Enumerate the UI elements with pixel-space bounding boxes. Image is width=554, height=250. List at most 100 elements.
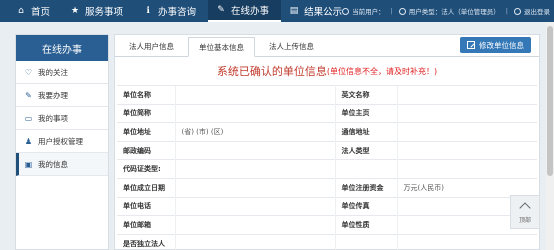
id-card-icon: ▣ [24,159,33,169]
field-label: 单位邮箱 [117,215,175,235]
tab-uploaded-info[interactable]: 法人上传信息 [259,37,324,56]
edit-unit-info-button[interactable]: 修改单位信息 [460,37,531,53]
field-label: 单位电话 [117,196,175,216]
back-to-top-button[interactable]: 顶部 [510,195,540,229]
main-panel: 法人用户信息 单位基本信息 法人上传信息 修改单位信息 系统已确认的单位信息 (… [114,34,540,250]
field-value [174,215,336,235]
user-icon: ♟ [24,136,33,146]
sidebar: 在线办事 ♡ 我的关注 ✎ 我要办理 ▭ 我的事项 ♟ 用户授权管理 ▣ 我的信… [15,34,109,250]
power-icon [514,7,521,15]
field-label: 单位主页 [335,103,397,123]
nav-item-consult[interactable]: ℹ 办事咨询 [135,0,208,22]
tab-bar: 法人用户信息 单位基本信息 法人上传信息 修改单位信息 [115,35,539,57]
table-row: 单位电话 单位传真 [117,196,537,216]
logout-label: 退出登录 [524,8,550,16]
top-navigation-bar: ⌂ 首页 ★ 服务事项 ℹ 办事咨询 ✎ 在线办事 ▤ 结果公示 当前用户： |… [0,0,554,22]
sidebar-item-my-follows[interactable]: ♡ 我的关注 [16,61,108,84]
user-type-label: 用户类型：法人（单位管理员） [408,8,500,16]
back-to-top-label: 顶部 [518,217,531,224]
nav-item-label: 在线办事 [231,6,270,17]
current-user-label: 当前用户： [352,8,385,16]
table-row: 代码证类型: [117,159,537,179]
tab-legal-person-info[interactable]: 法人用户信息 [119,37,184,56]
sidebar-item-my-info[interactable]: ▣ 我的信息 [16,153,108,176]
nav-item-services[interactable]: ★ 服务事项 [62,0,135,22]
heart-icon: ♡ [24,67,33,77]
field-label: 单位传真 [335,196,397,216]
field-label: 单位简称 [117,103,175,123]
field-value [174,85,336,105]
folder-icon: ▭ [24,113,33,123]
field-value: (省) (市) (区) [174,122,336,142]
field-label: 法人类型 [335,140,397,160]
field-label: 单位地址 [117,122,175,142]
field-label: 英文名称 [335,85,397,105]
field-value [396,140,537,160]
field-label: 单位注册资金 [335,177,397,198]
table-row: 是否独立法人 [117,233,537,250]
table-row: 单位成立日期 单位注册资金 万元(人民币) [117,177,537,198]
edit-unit-info-label: 修改单位信息 [479,40,524,50]
star-icon: ★ [70,5,80,16]
main-nav: ⌂ 首页 ★ 服务事项 ℹ 办事咨询 ✎ 在线办事 ▤ 结果公示 [8,0,354,22]
field-label [335,233,397,250]
document-icon: ▤ [289,5,299,16]
nav-item-label: 首页 [31,7,51,18]
unit-info-table: 单位名称 英文名称 单位简称 单位主页 单位地址 (省) (市) (区) 通信地… [117,85,537,250]
sidebar-item-user-authorization[interactable]: ♟ 用户授权管理 [16,130,108,153]
field-value [396,122,537,142]
sidebar-item-label: 我的信息 [38,159,68,169]
field-value [174,177,336,198]
nav-item-home[interactable]: ⌂ 首页 [8,0,62,22]
info-icon: ℹ [146,5,150,16]
field-value [174,159,336,179]
user-status-area: 当前用户： | 用户类型：法人（单位管理员） | 退出登录 [336,0,550,22]
logout-link[interactable]: 退出登录 [514,6,550,16]
field-value [174,233,336,250]
user-circle-icon [342,7,350,15]
divider: | [505,7,508,15]
divider: | [390,7,393,15]
table-row: 单位名称 英文名称 [117,85,537,105]
table-row: 单位简称 单位主页 [117,103,537,123]
sidebar-item-my-matters[interactable]: ▭ 我的事项 [16,107,108,130]
sidebar-item-label: 我的关注 [38,67,68,77]
page-scrollbar[interactable] [546,22,554,250]
page-title: 系统已确认的单位信息 [216,65,327,78]
table-row: 单位地址 (省) (市) (区) 通信地址 [117,122,537,142]
tab-unit-basic-info[interactable]: 单位基本信息 [188,37,255,57]
edit-icon [467,41,475,49]
user-type: 用户类型：法人（单位管理员） [398,6,500,16]
field-label: 单位名称 [117,85,175,105]
field-label: 通信地址 [335,122,397,142]
section-heading: 系统已确认的单位信息 (单位信息不全，请及时补充！) [115,57,539,85]
field-label: 单位性质 [335,215,397,235]
field-value [396,233,537,250]
field-value [174,140,336,160]
field-value [174,196,336,216]
incomplete-warning: (单位信息不全，请及时补充！) [326,66,438,76]
arrow-up-icon [519,202,531,214]
field-label: 邮政编码 [117,140,175,160]
nav-item-label: 办事咨询 [158,7,197,18]
sidebar-item-label: 用户授权管理 [38,136,83,146]
sidebar-item-label: 我要办理 [38,90,68,100]
field-value [174,103,336,123]
field-label [335,159,397,179]
current-user[interactable]: 当前用户： [342,6,385,16]
table-row: 邮政编码 法人类型 [117,140,537,160]
scrollbar-thumb[interactable] [547,26,553,176]
field-value [396,85,537,105]
field-label: 是否独立法人 [117,233,175,250]
field-label: 单位成立日期 [117,177,175,198]
table-row: 单位邮箱 单位性质 [117,215,537,235]
pencil-icon: ✎ [217,4,225,15]
field-value [396,159,537,179]
sidebar-title: 在线办事 [16,35,108,61]
edit-icon: ✎ [25,90,32,100]
sidebar-item-label: 我的事项 [38,113,68,123]
nav-item-online-service[interactable]: ✎ 在线办事 [208,0,282,22]
field-value [396,103,537,123]
home-icon: ⌂ [18,5,24,16]
sidebar-item-apply[interactable]: ✎ 我要办理 [16,84,108,107]
